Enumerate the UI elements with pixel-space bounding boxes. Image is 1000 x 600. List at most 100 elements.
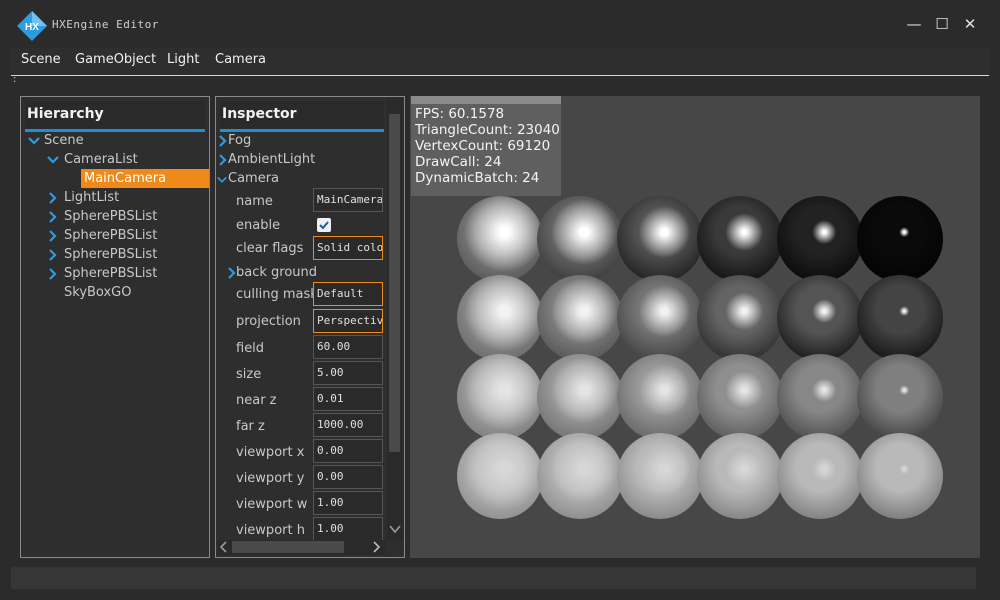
menu-camera[interactable]: Camera [215,52,266,67]
section-camera[interactable]: Camera [217,169,382,188]
pbs-sphere[interactable] [697,433,783,519]
chevron-right-icon[interactable] [47,211,59,223]
near-z-input[interactable]: 0.01 [313,387,383,411]
pbs-sphere[interactable] [617,275,703,361]
menu-gameobject[interactable]: GameObject [75,52,156,67]
pbs-sphere[interactable] [457,275,543,361]
tree-item-label: SpherePBSList [64,266,158,281]
app-logo: HX [17,11,47,41]
pbs-sphere[interactable] [857,433,943,519]
near-z-label: near z [236,393,277,408]
pbs-sphere[interactable] [537,354,623,440]
vertex-count-text: VertexCount: 69120 [415,138,551,154]
viewport-x-label: viewport x [236,445,305,460]
projection-label: projection [236,314,301,329]
tree-item-scene[interactable]: Scene [25,131,205,150]
pbs-sphere[interactable] [777,275,863,361]
hierarchy-header: Hierarchy [25,101,205,132]
tree-item-label: Scene [44,133,84,148]
projection-dropdown[interactable]: Perspective [313,309,383,333]
pbs-sphere[interactable] [777,354,863,440]
triangle-count-text: TriangleCount: 23040 [415,122,560,138]
tree-item-cameralist[interactable]: CameraList [25,150,205,169]
clear-flags-label: clear flags [236,241,304,256]
inspector-header: Inspector [220,101,384,132]
pbs-sphere[interactable] [617,196,703,282]
maximize-button[interactable]: ☐ [932,14,952,34]
pbs-sphere[interactable] [537,275,623,361]
clear-flags-dropdown[interactable]: Solid color [313,236,383,260]
pbs-sphere[interactable] [617,354,703,440]
minimize-button[interactable]: — [904,14,924,34]
menu-scene[interactable]: Scene [21,52,61,67]
chevron-right-icon[interactable] [47,230,59,242]
viewport-w-input[interactable]: 1.00 [313,491,383,515]
tree-item-spherepbslist[interactable]: SpherePBSList [25,207,205,226]
tree-item-spherepbslist[interactable]: SpherePBSList [25,264,205,283]
stats-overlay: FPS: 60.1578 TriangleCount: 23040 Vertex… [411,96,561,196]
chevron-down-icon[interactable] [217,174,227,186]
viewport-y-input[interactable]: 0.00 [313,465,383,489]
chevron-right-icon[interactable] [47,249,59,261]
tree-item-spherepbslist[interactable]: SpherePBSList [25,226,205,245]
pbs-sphere[interactable] [857,275,943,361]
enable-checkbox[interactable] [317,218,331,232]
pbs-sphere[interactable] [697,275,783,361]
size-input[interactable]: 5.00 [313,361,383,385]
pbs-sphere[interactable] [457,196,543,282]
chevron-down-icon[interactable] [28,135,40,147]
pbs-sphere[interactable] [457,354,543,440]
tree-item-maincamera[interactable]: MainCamera [81,169,209,188]
viewport-h-input[interactable]: 1.00 [313,517,383,541]
culling-mask-dropdown[interactable]: Default [313,282,383,306]
close-button[interactable]: ✕ [960,14,980,34]
field-input[interactable]: 60.00 [313,335,383,359]
tree-item-label: CameraList [64,152,138,167]
menu-light[interactable]: Light [167,52,199,67]
pbs-sphere[interactable] [457,433,543,519]
draw-call-text: DrawCall: 24 [415,154,502,170]
pbs-sphere[interactable] [537,433,623,519]
tree-item-spherepbslist[interactable]: SpherePBSList [25,245,205,264]
pbs-sphere[interactable] [777,196,863,282]
inspector-panel: Inspector Fog AmbientLight Camera name M… [215,96,405,558]
pbs-sphere[interactable] [697,196,783,282]
scroll-down-icon[interactable] [388,522,402,536]
inspector-vertical-scroll-thumb[interactable] [389,114,400,452]
chevron-down-icon[interactable] [47,154,59,166]
section-fog[interactable]: Fog [217,131,382,150]
section-label: AmbientLight [228,152,316,167]
far-z-input[interactable]: 1000.00 [313,413,383,437]
tree-item-lightlist[interactable]: LightList [25,188,205,207]
chevron-right-icon[interactable] [47,268,59,280]
section-ambientlight[interactable]: AmbientLight [217,150,382,169]
viewport-x-input[interactable]: 0.00 [313,439,383,463]
scroll-left-icon[interactable] [218,540,230,554]
pbs-sphere[interactable] [617,433,703,519]
menu-bar: Scene GameObject Light Camera [11,48,989,74]
pbs-sphere[interactable] [777,433,863,519]
section-label: Fog [228,133,252,148]
tree-item-label: MainCamera [84,171,167,186]
pbs-sphere[interactable] [857,354,943,440]
stats-drag-bar[interactable] [411,96,561,104]
inspector-horizontal-scroll-thumb[interactable] [232,541,344,553]
scroll-right-icon[interactable] [370,540,382,554]
viewport-w-label: viewport w [236,497,308,512]
chevron-right-icon[interactable] [47,192,59,204]
name-input[interactable]: MainCamera [313,188,383,212]
pbs-sphere[interactable] [537,196,623,282]
background-row[interactable]: back ground [226,263,376,282]
title-bar: HX HXEngine Editor — ☐ ✕ [0,0,1000,48]
status-bar [11,567,976,589]
hierarchy-title: Hierarchy [27,106,104,122]
inspector-title: Inspector [222,106,297,122]
app-title: HXEngine Editor [52,18,159,31]
viewport-h-label: viewport h [236,523,305,538]
tree-item-skyboxgo[interactable]: SkyBoxGO [25,283,205,302]
toolbar-grip[interactable]: : [13,75,16,85]
hierarchy-panel: Hierarchy Scene CameraList MainCamera Li… [20,96,210,558]
pbs-sphere[interactable] [857,196,943,282]
pbs-sphere[interactable] [697,354,783,440]
section-label: Camera [228,171,280,186]
